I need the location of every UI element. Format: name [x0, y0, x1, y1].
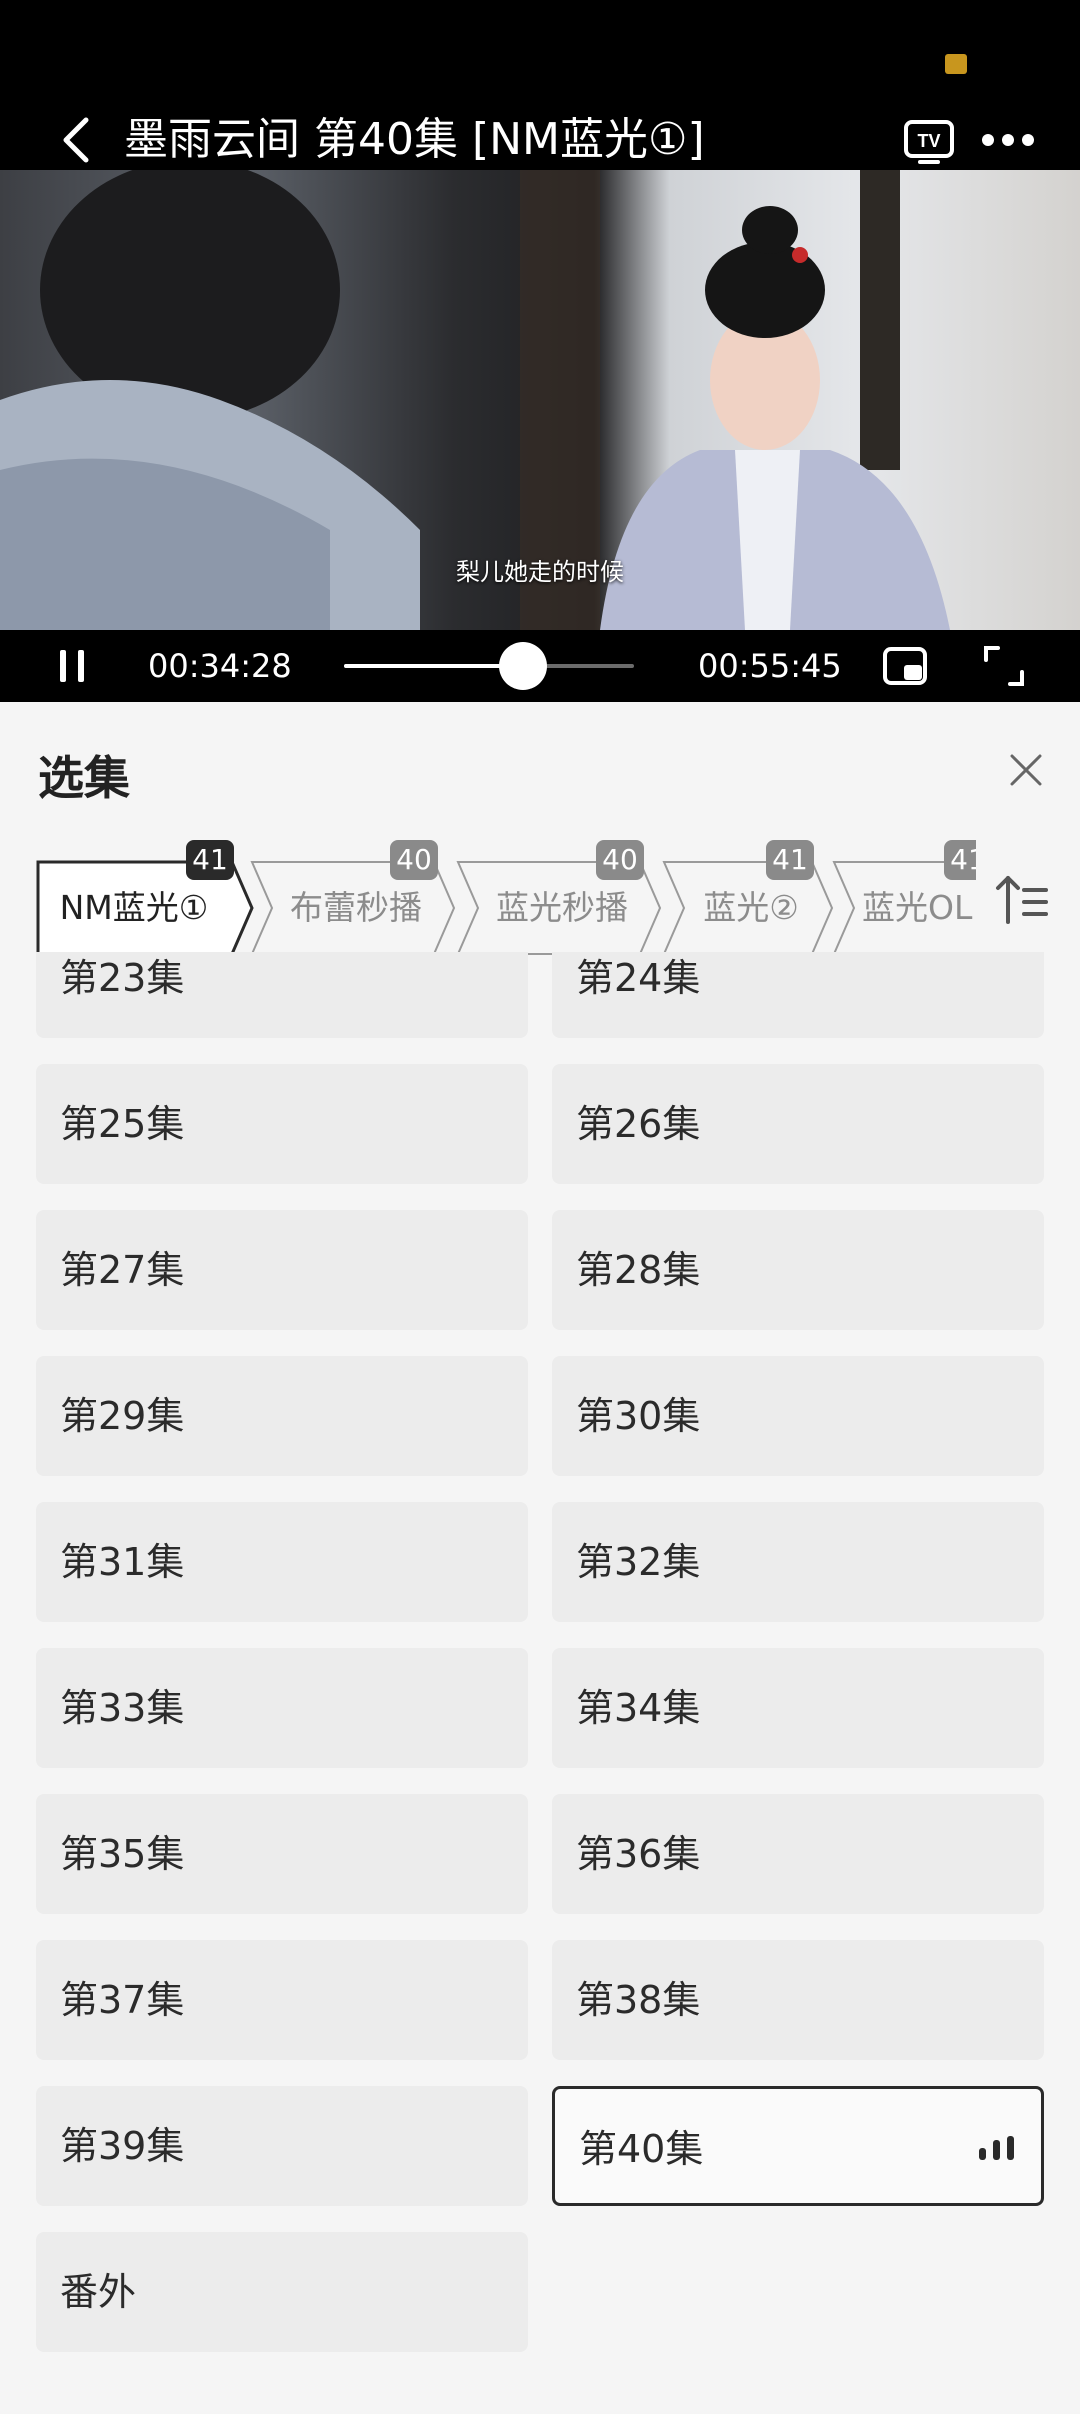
- episode-item-current[interactable]: 第40集: [552, 2086, 1044, 2206]
- source-tabs: NM蓝光① 41 布蕾秒播 40 蓝光秒播 40 蓝光② 41 蓝光OL 41: [36, 834, 1048, 956]
- source-tab-bluray-fast[interactable]: 蓝光秒播 40: [456, 840, 662, 956]
- episode-panel: 选集 NM蓝光① 41 布蕾秒播 40 蓝光秒播 40 蓝光② 41 蓝光OL …: [0, 702, 1080, 2414]
- sort-icon[interactable]: [992, 870, 1052, 930]
- episode-item[interactable]: 第36集: [552, 1794, 1044, 1914]
- episode-count-badge: 41: [766, 840, 814, 880]
- progress-bar[interactable]: [344, 642, 634, 690]
- episode-item[interactable]: 第30集: [552, 1356, 1044, 1476]
- episode-count-badge: 41: [186, 840, 234, 880]
- episode-item[interactable]: 第38集: [552, 1940, 1044, 2060]
- episode-label: 第33集: [60, 1686, 185, 1730]
- episode-grid: 第23集 第24集 第25集 第26集 第27集 第28集 第29集 第30集 …: [36, 952, 1044, 2412]
- episode-item[interactable]: 第37集: [36, 1940, 528, 2060]
- panel-title: 选集: [38, 751, 130, 805]
- source-tab-bluray-2[interactable]: 蓝光② 41: [662, 840, 834, 956]
- episode-item[interactable]: 第23集: [36, 952, 528, 1038]
- source-tab-bluray-ol[interactable]: 蓝光OL 41: [832, 840, 1014, 956]
- episode-item[interactable]: 第31集: [36, 1502, 528, 1622]
- episode-item[interactable]: 第39集: [36, 2086, 528, 2206]
- episode-label: 第25集: [60, 1102, 185, 1146]
- current-time: 00:34:28: [148, 647, 292, 685]
- episode-label: 第34集: [576, 1686, 701, 1730]
- episode-item[interactable]: 第24集: [552, 952, 1044, 1038]
- video-player[interactable]: 梨儿她走的时候: [0, 170, 1080, 630]
- episode-item[interactable]: 第29集: [36, 1356, 528, 1476]
- subtitle: 梨儿她走的时候: [456, 558, 624, 586]
- episode-label: 第35集: [60, 1832, 185, 1876]
- close-icon[interactable]: [1006, 750, 1046, 790]
- now-playing-icon: [977, 2134, 1017, 2164]
- source-tab-nm-bluray-1[interactable]: NM蓝光① 41: [36, 840, 254, 956]
- episode-label: 第36集: [576, 1832, 701, 1876]
- pause-icon[interactable]: [56, 648, 88, 684]
- episode-label: 第32集: [576, 1540, 701, 1584]
- title-bar: 墨雨云间 第40集 [NM蓝光①] TV: [0, 110, 1080, 170]
- episode-label: 第37集: [60, 1978, 185, 2022]
- episode-label: 第26集: [576, 1102, 701, 1146]
- episode-count-badge: 41: [944, 840, 976, 880]
- episode-item[interactable]: 番外: [36, 2232, 528, 2352]
- episode-label: 第40集: [579, 2127, 704, 2171]
- episode-label: 第28集: [576, 1248, 701, 1292]
- episode-label: 第30集: [576, 1394, 701, 1438]
- episode-label: 第31集: [60, 1540, 185, 1584]
- episode-label: 第38集: [576, 1978, 701, 2022]
- progress-thumb[interactable]: [499, 642, 548, 690]
- picture-in-picture-icon[interactable]: [882, 646, 928, 686]
- status-bar: [0, 0, 1080, 110]
- episode-count-badge: 40: [390, 840, 438, 880]
- episode-item[interactable]: 第27集: [36, 1210, 528, 1330]
- tv-cast-icon[interactable]: TV: [902, 114, 956, 168]
- episode-label: 第27集: [60, 1248, 185, 1292]
- source-tab-bulei[interactable]: 布蕾秒播 40: [250, 840, 456, 956]
- episode-label: 第23集: [60, 956, 185, 1000]
- episode-item[interactable]: 第35集: [36, 1794, 528, 1914]
- episode-item[interactable]: 第28集: [552, 1210, 1044, 1330]
- battery-icon: [945, 54, 967, 74]
- video-title: 墨雨云间 第40集 [NM蓝光①]: [124, 114, 705, 165]
- episode-count-badge: 40: [596, 840, 644, 880]
- player-controls: 00:34:28 00:55:45: [0, 630, 1080, 702]
- episode-label: 第29集: [60, 1394, 185, 1438]
- episode-item[interactable]: 第25集: [36, 1064, 528, 1184]
- episode-item[interactable]: 第32集: [552, 1502, 1044, 1622]
- back-icon[interactable]: [52, 112, 108, 168]
- episode-item[interactable]: 第34集: [552, 1648, 1044, 1768]
- total-time: 00:55:45: [698, 647, 842, 685]
- episode-label: 番外: [60, 2270, 137, 2314]
- episode-item[interactable]: 第33集: [36, 1648, 528, 1768]
- svg-text:TV: TV: [917, 131, 940, 151]
- episode-label: 第39集: [60, 2124, 185, 2168]
- episode-label: 第24集: [576, 956, 701, 1000]
- more-icon[interactable]: [980, 122, 1036, 158]
- progress-fill: [344, 664, 524, 668]
- fullscreen-icon[interactable]: [982, 644, 1026, 688]
- episode-item[interactable]: 第26集: [552, 1064, 1044, 1184]
